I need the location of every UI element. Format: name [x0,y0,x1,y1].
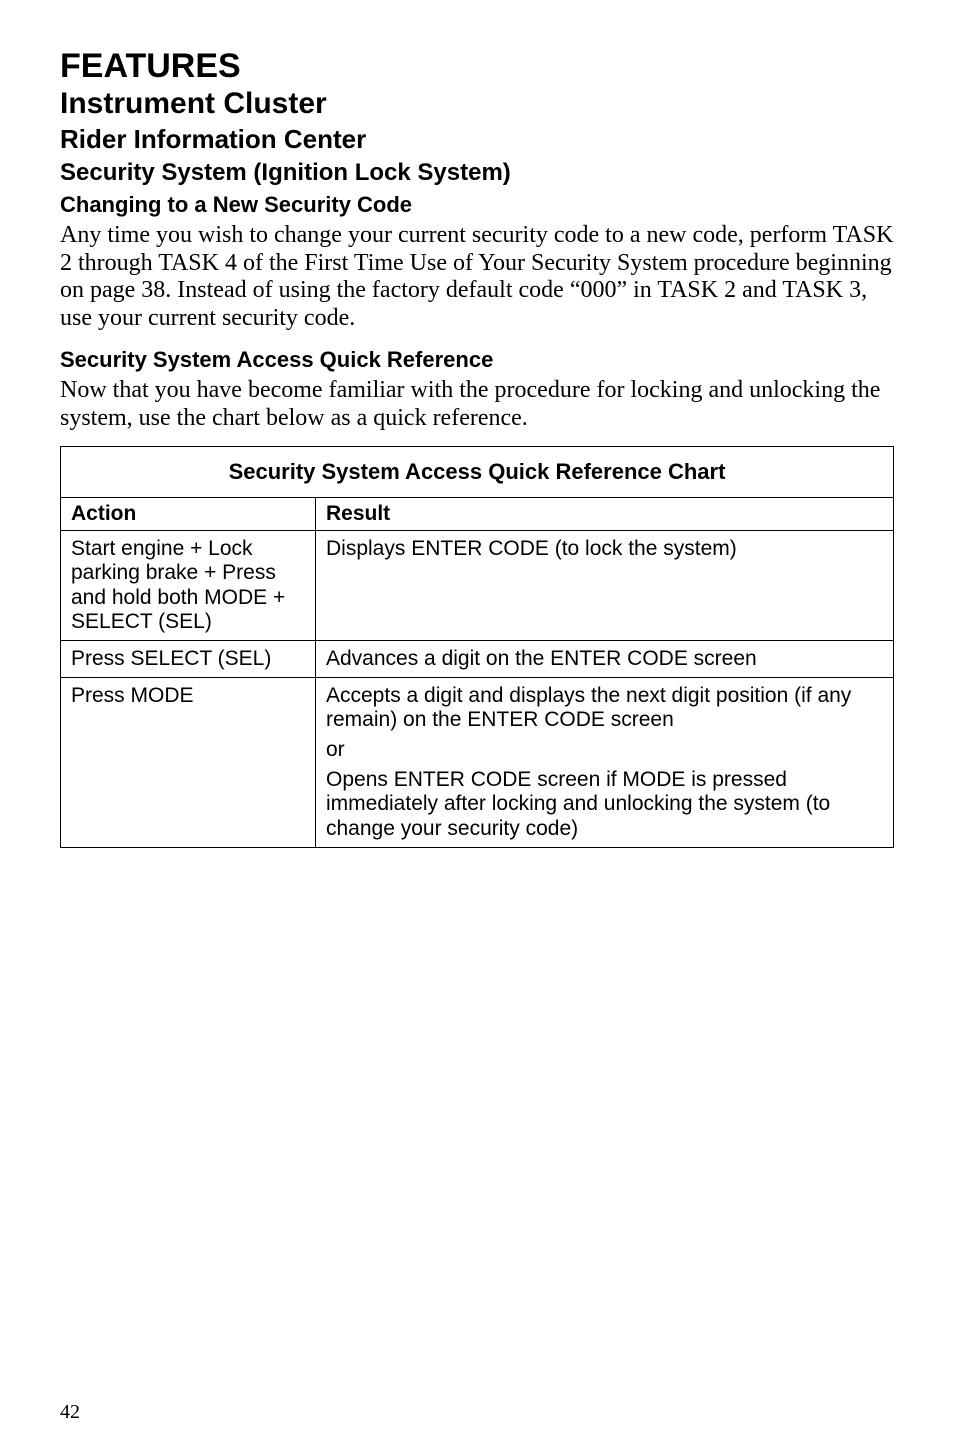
action-cell: Press SELECT (SEL) [61,640,316,677]
heading-features: FEATURES [60,48,894,85]
table-title: Security System Access Quick Reference C… [61,447,894,498]
table-header-row: Action Result [61,498,894,531]
heading-security-system: Security System (Ignition Lock System) [60,159,894,188]
column-header-result: Result [316,498,894,531]
quick-reference-table: Security System Access Quick Reference C… [60,446,894,848]
paragraph-quick-reference: Now that you have become familiar with t… [60,377,894,432]
result-part: Opens ENTER CODE screen if MODE is press… [326,768,883,840]
table-row: Start engine + Lock parking brake + Pres… [61,531,894,641]
action-cell: Press MODE [61,677,316,847]
page-number: 42 [60,1401,80,1424]
result-cell: Displays ENTER CODE (to lock the system) [316,531,894,641]
heading-changing-code: Changing to a New Security Code [60,192,894,218]
heading-quick-reference: Security System Access Quick Reference [60,347,894,373]
table-row: Press SELECT (SEL) Advances a digit on t… [61,640,894,677]
heading-instrument-cluster: Instrument Cluster [60,87,894,122]
result-cell: Advances a digit on the ENTER CODE scree… [316,640,894,677]
action-cell: Start engine + Lock parking brake + Pres… [61,531,316,641]
result-part: or [326,738,883,762]
heading-rider-information-center: Rider Information Center [60,124,894,155]
result-part: Accepts a digit and displays the next di… [326,684,883,732]
paragraph-changing-code: Any time you wish to change your current… [60,222,894,332]
table-title-row: Security System Access Quick Reference C… [61,447,894,498]
column-header-action: Action [61,498,316,531]
result-cell: Accepts a digit and displays the next di… [316,677,894,847]
table-row: Press MODE Accepts a digit and displays … [61,677,894,847]
